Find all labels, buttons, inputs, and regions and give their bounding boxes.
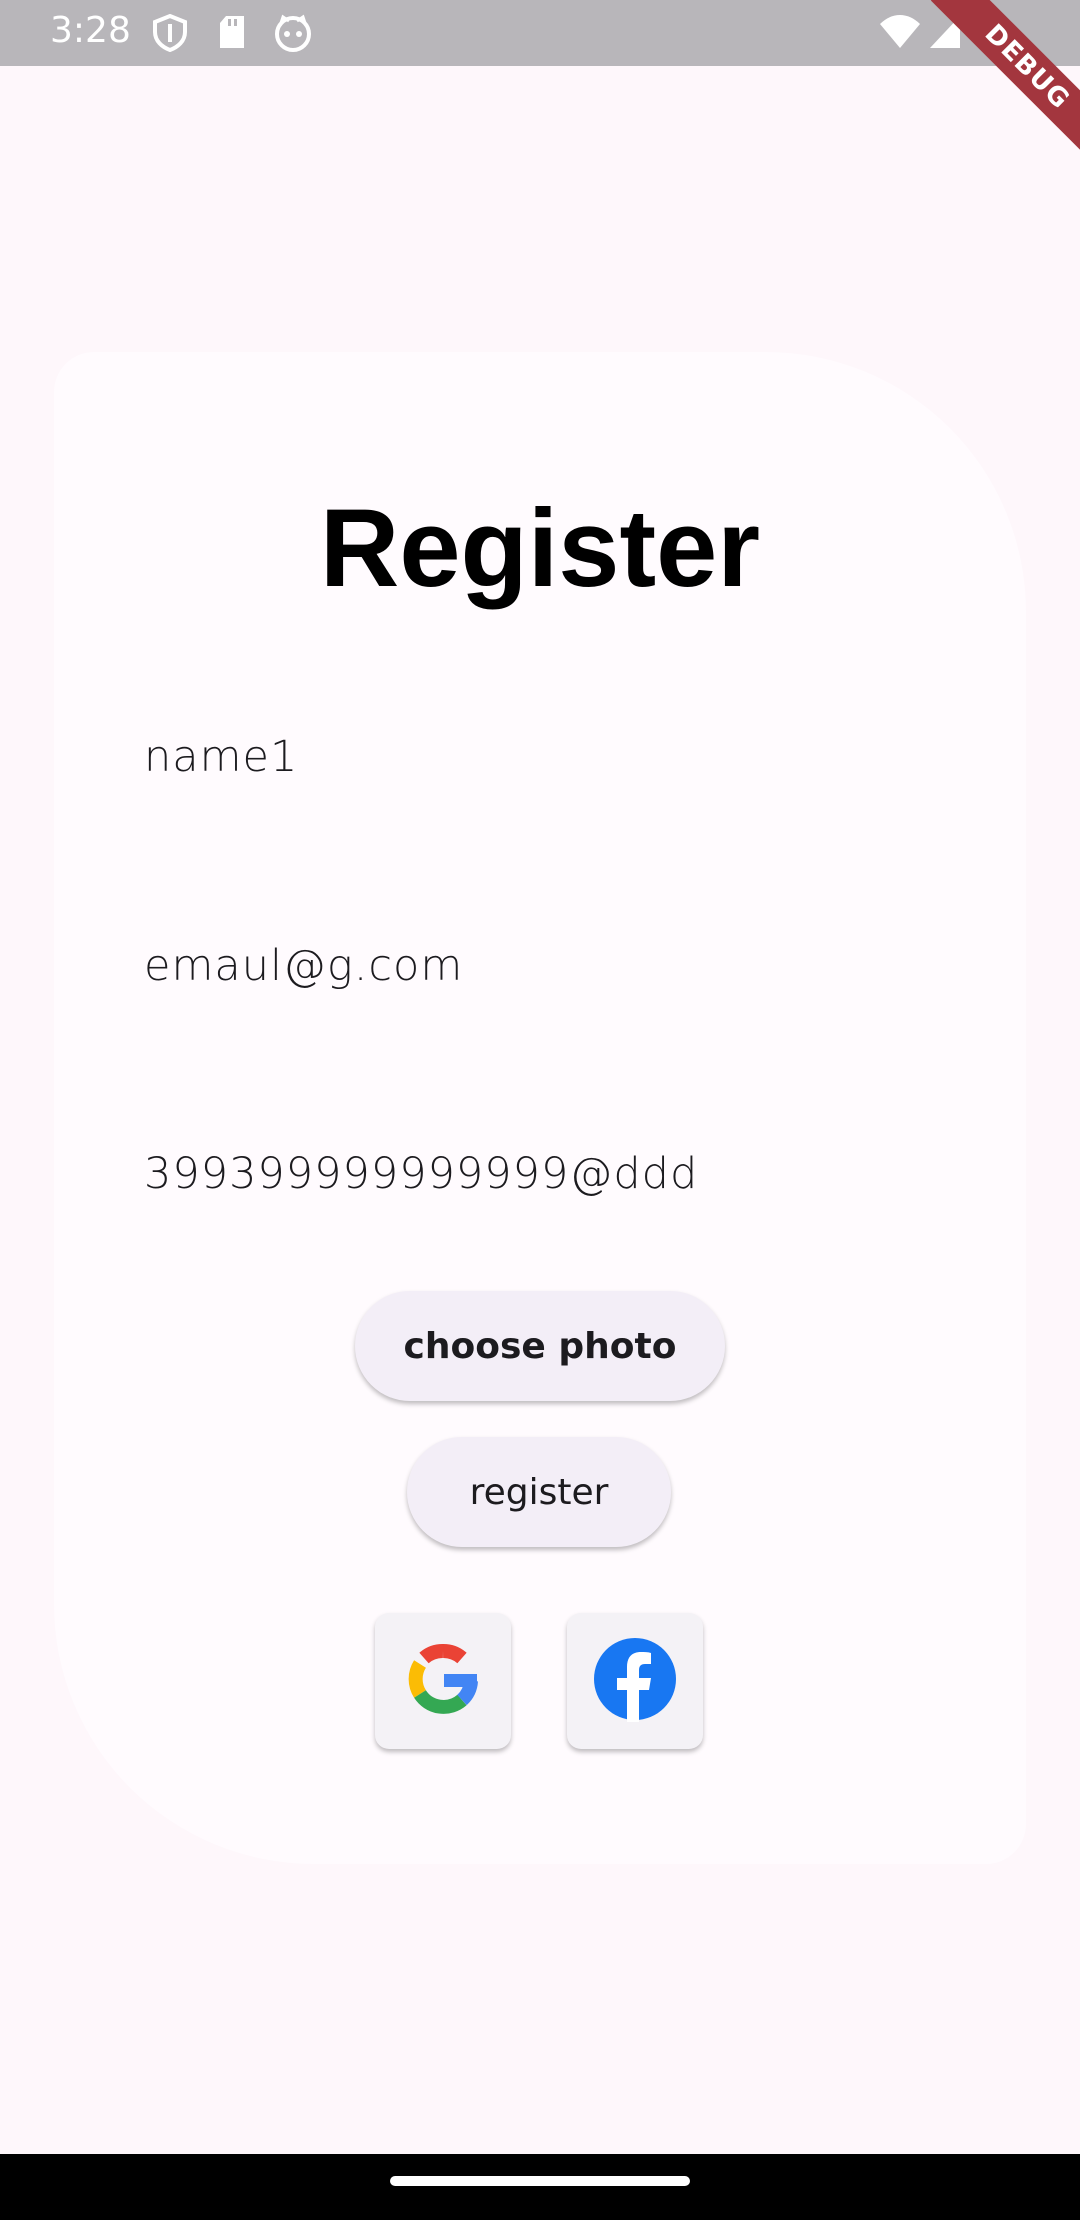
status-bar: 3:28 bbox=[0, 0, 1080, 66]
system-navigation-bar bbox=[0, 2154, 1080, 2220]
email-field[interactable]: emaul@g.com bbox=[144, 941, 463, 991]
home-gesture-handle[interactable] bbox=[390, 2176, 690, 2186]
shield-icon bbox=[152, 13, 188, 57]
facebook-icon bbox=[592, 1636, 678, 1727]
facebook-sign-in-button[interactable] bbox=[567, 1613, 703, 1749]
sd-card-icon bbox=[218, 14, 246, 55]
register-button[interactable]: register bbox=[407, 1437, 671, 1547]
page-title: Register bbox=[319, 487, 761, 610]
password-field[interactable]: 399399999999999@ddd bbox=[144, 1149, 698, 1199]
google-sign-in-button[interactable] bbox=[375, 1613, 511, 1749]
google-icon bbox=[400, 1636, 486, 1727]
name-field[interactable]: name1 bbox=[144, 732, 298, 782]
choose-photo-button[interactable]: choose photo bbox=[355, 1291, 725, 1401]
wifi-icon bbox=[880, 14, 920, 55]
cat-face-icon bbox=[274, 14, 312, 57]
status-time: 3:28 bbox=[50, 10, 131, 51]
register-label: register bbox=[469, 1471, 609, 1513]
choose-photo-label: choose photo bbox=[403, 1325, 677, 1367]
